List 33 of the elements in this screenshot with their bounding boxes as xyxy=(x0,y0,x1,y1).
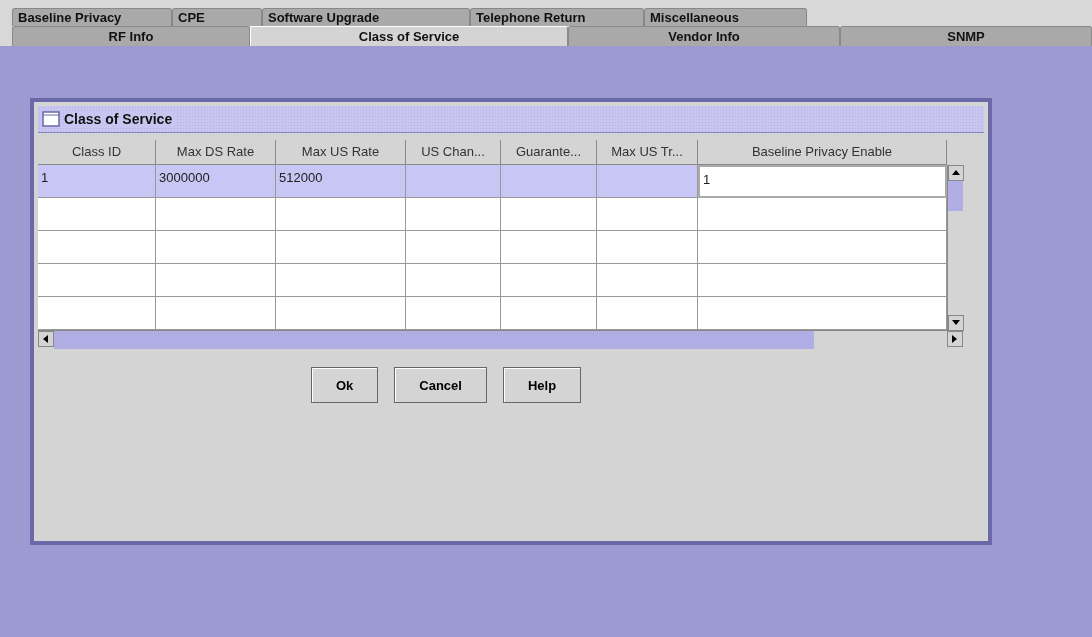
table-cell: 512000 xyxy=(276,165,406,198)
column-header[interactable]: Max DS Rate xyxy=(156,140,276,165)
dialog-button[interactable]: Ok xyxy=(310,367,379,403)
column-header[interactable]: Baseline Privacy Enable xyxy=(698,140,947,165)
tab[interactable]: SNMP xyxy=(840,26,1092,46)
column-header[interactable]: Max US Rate xyxy=(276,140,406,165)
tab[interactable]: RF Info xyxy=(12,26,250,46)
column-header[interactable]: Guarante... xyxy=(501,140,597,165)
column-header[interactable]: US Chan... xyxy=(406,140,501,165)
scroll-thumb[interactable] xyxy=(54,331,814,349)
table-cell: 3000000 xyxy=(156,165,276,198)
frame-title: Class of Service xyxy=(64,111,177,127)
column-header[interactable]: Class ID xyxy=(38,140,156,165)
tab[interactable]: Telephone Return xyxy=(470,8,644,26)
table-cell: 1 xyxy=(38,165,156,198)
window-icon xyxy=(42,111,60,127)
scroll-up-button[interactable] xyxy=(948,165,964,181)
tab[interactable]: Class of Service xyxy=(250,26,568,46)
scroll-right-button[interactable] xyxy=(947,331,963,347)
tab[interactable]: Software Upgrade xyxy=(262,8,470,26)
scroll-down-button[interactable] xyxy=(948,315,964,331)
dialog-button[interactable]: Cancel xyxy=(394,367,487,403)
tab[interactable]: Miscellaneous xyxy=(644,8,807,26)
dialog-button[interactable]: Help xyxy=(502,367,582,403)
scroll-thumb[interactable] xyxy=(948,181,963,211)
tab[interactable]: Vendor Info xyxy=(568,26,840,46)
vertical-scrollbar[interactable] xyxy=(947,165,963,331)
cell-editor-field[interactable]: 1 xyxy=(698,165,947,198)
scroll-left-button[interactable] xyxy=(38,331,54,347)
horizontal-scrollbar[interactable] xyxy=(38,330,963,349)
column-header[interactable]: Max US Tr... xyxy=(597,140,698,165)
tab[interactable]: Baseline Privacy xyxy=(12,8,172,26)
tab[interactable]: CPE xyxy=(172,8,262,26)
